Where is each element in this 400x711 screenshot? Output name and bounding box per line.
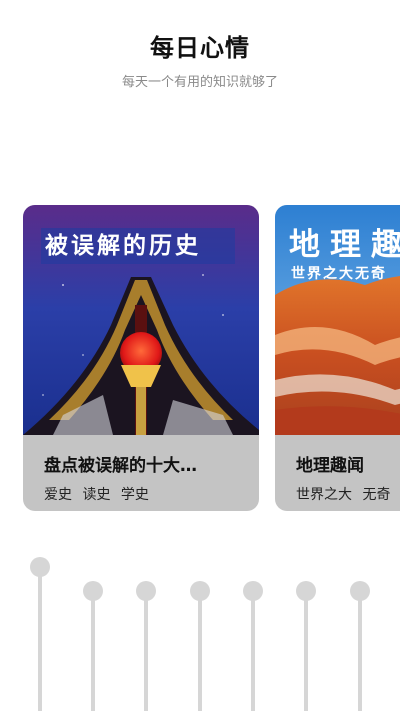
tag: 世界之大 bbox=[296, 487, 352, 503]
slider-knob[interactable] bbox=[190, 581, 210, 601]
card-cover-image: 地理趣 世界之大无奇 bbox=[275, 205, 400, 435]
card-cover-text: 被误解的历史 bbox=[41, 228, 235, 264]
slider-track[interactable] bbox=[251, 591, 255, 711]
card-tags: 爱史 读史 学史 bbox=[44, 484, 155, 504]
card-carousel[interactable]: 被误解的历史 盘点被误解的十大… 爱史 读史 学史 地理趣 世界之大无奇 地理趣… bbox=[0, 205, 400, 515]
card-history[interactable]: 被误解的历史 盘点被误解的十大… 爱史 读史 学史 bbox=[23, 205, 259, 511]
tag: 爱史 bbox=[44, 487, 72, 503]
card-geography[interactable]: 地理趣 世界之大无奇 地理趣闻 世界之大 无奇 bbox=[275, 205, 400, 511]
slider-knob[interactable] bbox=[296, 581, 316, 601]
slider-knob[interactable] bbox=[136, 581, 156, 601]
card-title: 地理趣闻 bbox=[296, 456, 364, 476]
slider-track[interactable] bbox=[144, 591, 148, 711]
card-title: 盘点被误解的十大… bbox=[44, 456, 197, 476]
mood-sliders bbox=[0, 540, 400, 711]
slider-track[interactable] bbox=[304, 591, 308, 711]
card-tags: 世界之大 无奇 bbox=[296, 484, 396, 504]
tag: 无奇 bbox=[362, 487, 391, 503]
card-cover-subtext: 世界之大无奇 bbox=[291, 266, 387, 282]
slider-knob[interactable] bbox=[350, 581, 370, 601]
slider-knob[interactable] bbox=[243, 581, 263, 601]
slider-track[interactable] bbox=[358, 591, 362, 711]
card-cover-text: 地理趣 bbox=[289, 227, 400, 263]
slider-knob[interactable] bbox=[30, 557, 50, 577]
slider-track[interactable] bbox=[38, 567, 42, 711]
page-subtitle: 每天一个有用的知识就够了 bbox=[121, 75, 278, 90]
slider-knob[interactable] bbox=[83, 581, 103, 601]
slider-track[interactable] bbox=[91, 591, 95, 711]
slider-track[interactable] bbox=[198, 591, 202, 711]
card-cover-image: 被误解的历史 bbox=[23, 205, 259, 435]
tag: 读史 bbox=[82, 487, 111, 503]
page-title: 每日心情 bbox=[150, 34, 250, 62]
tag: 学史 bbox=[120, 487, 149, 503]
